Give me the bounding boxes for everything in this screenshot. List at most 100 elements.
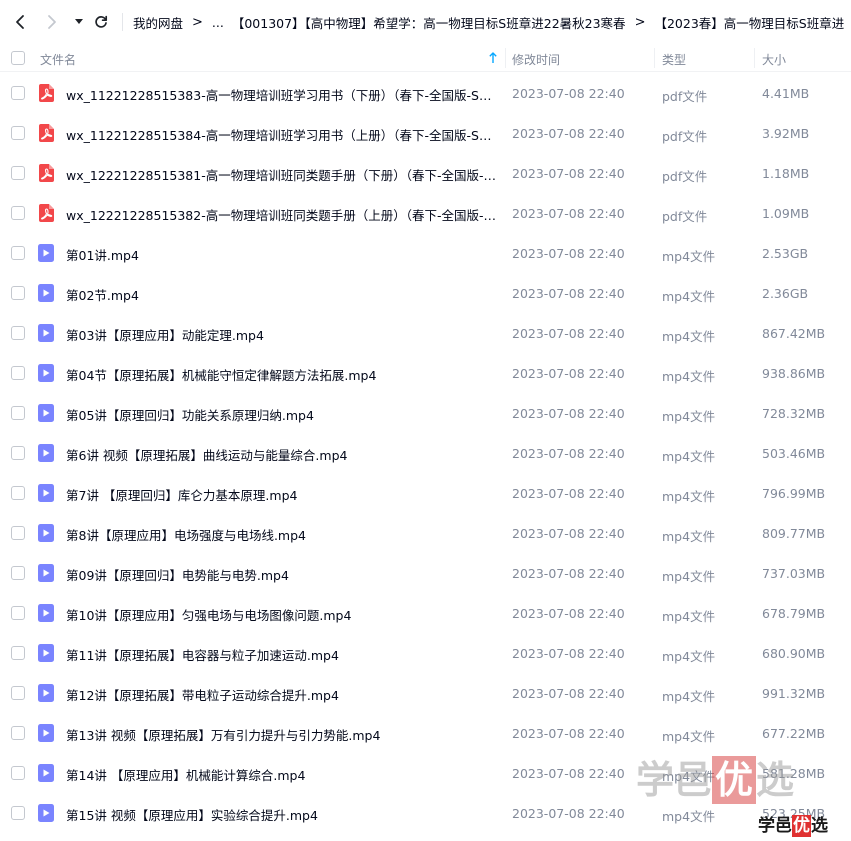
row-checkbox[interactable] bbox=[11, 366, 25, 380]
row-checkbox[interactable] bbox=[11, 486, 25, 500]
row-checkbox[interactable] bbox=[11, 246, 25, 260]
video-file-icon bbox=[38, 684, 54, 702]
caret-down-icon bbox=[75, 19, 83, 24]
row-checkbox[interactable] bbox=[11, 606, 25, 620]
file-type: mp4文件 bbox=[662, 329, 716, 344]
breadcrumb-root[interactable]: 我的网盘 bbox=[133, 13, 183, 32]
file-name[interactable]: wx_12221228515382-高一物理培训班同类题手册（上册）（春下-全国… bbox=[66, 205, 496, 224]
file-row[interactable]: 第13讲 视频【原理拓展】万有引力提升与引力势能.mp4 2023-07-08 2… bbox=[0, 713, 851, 753]
file-type: mp4文件 bbox=[662, 369, 716, 384]
file-row[interactable]: wx_11221228515384-高一物理培训班学习用书（上册）（春下-全国版… bbox=[0, 113, 851, 153]
file-size: 991.32MB bbox=[762, 686, 826, 701]
file-type: pdf文件 bbox=[662, 129, 708, 144]
column-header-modified[interactable]: 修改时间 bbox=[512, 51, 560, 68]
file-name[interactable]: 第09讲【原理回归】电势能与电势.mp4 bbox=[66, 565, 496, 584]
file-modified-time: 2023-07-08 22:40 bbox=[512, 486, 625, 501]
row-checkbox[interactable] bbox=[11, 806, 25, 820]
file-name[interactable]: 第01讲.mp4 bbox=[66, 245, 496, 264]
chevron-left-icon bbox=[16, 15, 24, 29]
file-modified-time: 2023-07-08 22:40 bbox=[512, 686, 625, 701]
file-size: 938.86MB bbox=[762, 366, 826, 381]
file-name[interactable]: wx_11221228515383-高一物理培训班学习用书（下册）（春下-全国版… bbox=[66, 85, 496, 104]
sort-ascending-icon[interactable] bbox=[486, 51, 500, 65]
file-name[interactable]: 第10讲【原理应用】匀强电场与电场图像问题.mp4 bbox=[66, 605, 496, 624]
watermark-logo: 学 邑 优 选 bbox=[636, 756, 795, 804]
file-size: 2.36GB bbox=[762, 286, 809, 301]
history-dropdown-button[interactable] bbox=[70, 8, 88, 36]
file-name[interactable]: 第14讲 【原理应用】机械能计算综合.mp4 bbox=[66, 765, 496, 784]
row-checkbox[interactable] bbox=[11, 326, 25, 340]
row-checkbox[interactable] bbox=[11, 766, 25, 780]
file-type: mp4文件 bbox=[662, 569, 716, 584]
back-button[interactable] bbox=[6, 8, 34, 36]
file-name[interactable]: wx_11221228515384-高一物理培训班学习用书（上册）（春下-全国版… bbox=[66, 125, 496, 144]
file-row[interactable]: 第05讲【原理回归】功能关系原理归纳.mp4 2023-07-08 22:40 mp… bbox=[0, 393, 851, 433]
file-name[interactable]: 第12讲【原理拓展】带电粒子运动综合提升.mp4 bbox=[66, 685, 496, 704]
file-row[interactable]: 第10讲【原理应用】匀强电场与电场图像问题.mp4 2023-07-08 22:4… bbox=[0, 593, 851, 633]
file-row[interactable]: 第8讲【原理应用】电场强度与电场线.mp4 2023-07-08 22:40 mp4… bbox=[0, 513, 851, 553]
file-name[interactable]: 第02节.mp4 bbox=[66, 285, 496, 304]
file-type: pdf文件 bbox=[662, 169, 708, 184]
file-row[interactable]: 第7讲 【原理回归】库仑力基本原理.mp4 2023-07-08 22:40 mp4… bbox=[0, 473, 851, 513]
video-file-icon bbox=[38, 244, 54, 262]
forward-button[interactable] bbox=[38, 8, 66, 36]
file-modified-time: 2023-07-08 22:40 bbox=[512, 646, 625, 661]
row-checkbox[interactable] bbox=[11, 166, 25, 180]
row-checkbox[interactable] bbox=[11, 126, 25, 140]
file-name[interactable]: 第03讲【原理应用】动能定理.mp4 bbox=[66, 325, 496, 344]
row-checkbox[interactable] bbox=[11, 446, 25, 460]
file-name[interactable]: wx_12221228515381-高一物理培训班同类题手册（下册）（春下-全国… bbox=[66, 165, 496, 184]
file-name[interactable]: 第8讲【原理应用】电场强度与电场线.mp4 bbox=[66, 525, 496, 544]
row-checkbox[interactable] bbox=[11, 86, 25, 100]
breadcrumb-ellipsis[interactable]: ... bbox=[212, 15, 224, 30]
file-row[interactable]: 第01讲.mp4 2023-07-08 22:40 mp4文件 2.53GB bbox=[0, 233, 851, 273]
file-modified-time: 2023-07-08 22:40 bbox=[512, 86, 625, 101]
file-row[interactable]: 第09讲【原理回归】电势能与电势.mp4 2023-07-08 22:40 mp4文… bbox=[0, 553, 851, 593]
file-size: 677.22MB bbox=[762, 726, 826, 741]
video-file-icon bbox=[38, 484, 54, 502]
file-row[interactable]: 第03讲【原理应用】动能定理.mp4 2023-07-08 22:40 mp4文件 8… bbox=[0, 313, 851, 353]
file-type: mp4文件 bbox=[662, 729, 716, 744]
video-file-icon bbox=[38, 524, 54, 542]
file-name[interactable]: 第13讲 视频【原理拓展】万有引力提升与引力势能.mp4 bbox=[66, 725, 496, 744]
refresh-button[interactable] bbox=[88, 8, 114, 36]
file-row[interactable]: 第02节.mp4 2023-07-08 22:40 mp4文件 2.36GB bbox=[0, 273, 851, 313]
select-all-checkbox[interactable] bbox=[11, 51, 25, 65]
file-row[interactable]: wx_11221228515383-高一物理培训班学习用书（下册）（春下-全国版… bbox=[0, 73, 851, 113]
file-type: pdf文件 bbox=[662, 209, 708, 224]
row-checkbox[interactable] bbox=[11, 726, 25, 740]
file-name[interactable]: 第15讲 视频【原理应用】实验综合提升.mp4 bbox=[66, 805, 496, 824]
column-header-type[interactable]: 类型 bbox=[662, 51, 686, 68]
column-header-size[interactable]: 大小 bbox=[762, 51, 786, 68]
file-row[interactable]: 第11讲【原理拓展】电容器与粒子加速运动.mp4 2023-07-08 22:40… bbox=[0, 633, 851, 673]
column-divider[interactable] bbox=[754, 48, 755, 68]
refresh-icon bbox=[95, 15, 108, 28]
row-checkbox[interactable] bbox=[11, 526, 25, 540]
file-modified-time: 2023-07-08 22:40 bbox=[512, 526, 625, 541]
file-modified-time: 2023-07-08 22:40 bbox=[512, 166, 625, 181]
row-checkbox[interactable] bbox=[11, 206, 25, 220]
row-checkbox[interactable] bbox=[11, 286, 25, 300]
video-file-icon bbox=[38, 284, 54, 302]
file-name[interactable]: 第7讲 【原理回归】库仑力基本原理.mp4 bbox=[66, 485, 496, 504]
file-modified-time: 2023-07-08 22:40 bbox=[512, 406, 625, 421]
column-divider[interactable] bbox=[654, 48, 655, 68]
breadcrumb-parent-folder[interactable]: 【001307】【高中物理】希望学：高一物理目标S班章进22暑秋23寒春 bbox=[232, 13, 626, 32]
file-row[interactable]: 第6讲 视频【原理拓展】曲线运动与能量综合.mp4 2023-07-08 22:4… bbox=[0, 433, 851, 473]
column-divider[interactable] bbox=[505, 48, 506, 68]
row-checkbox[interactable] bbox=[11, 406, 25, 420]
row-checkbox[interactable] bbox=[11, 686, 25, 700]
file-list-header: 文件名 修改时间 类型 大小 bbox=[0, 44, 851, 72]
file-name[interactable]: 第6讲 视频【原理拓展】曲线运动与能量综合.mp4 bbox=[66, 445, 496, 464]
file-name[interactable]: 第04节【原理拓展】机械能守恒定律解题方法拓展.mp4 bbox=[66, 365, 496, 384]
file-size: 796.99MB bbox=[762, 486, 826, 501]
file-name[interactable]: 第05讲【原理回归】功能关系原理归纳.mp4 bbox=[66, 405, 496, 424]
file-row[interactable]: 第12讲【原理拓展】带电粒子运动综合提升.mp4 2023-07-08 22:40… bbox=[0, 673, 851, 713]
row-checkbox[interactable] bbox=[11, 566, 25, 580]
row-checkbox[interactable] bbox=[11, 646, 25, 660]
column-header-name[interactable]: 文件名 bbox=[40, 51, 76, 68]
file-row[interactable]: 第04节【原理拓展】机械能守恒定律解题方法拓展.mp4 2023-07-08 22… bbox=[0, 353, 851, 393]
file-row[interactable]: wx_12221228515382-高一物理培训班同类题手册（上册）（春下-全国… bbox=[0, 193, 851, 233]
file-name[interactable]: 第11讲【原理拓展】电容器与粒子加速运动.mp4 bbox=[66, 645, 496, 664]
file-row[interactable]: wx_12221228515381-高一物理培训班同类题手册（下册）（春下-全国… bbox=[0, 153, 851, 193]
